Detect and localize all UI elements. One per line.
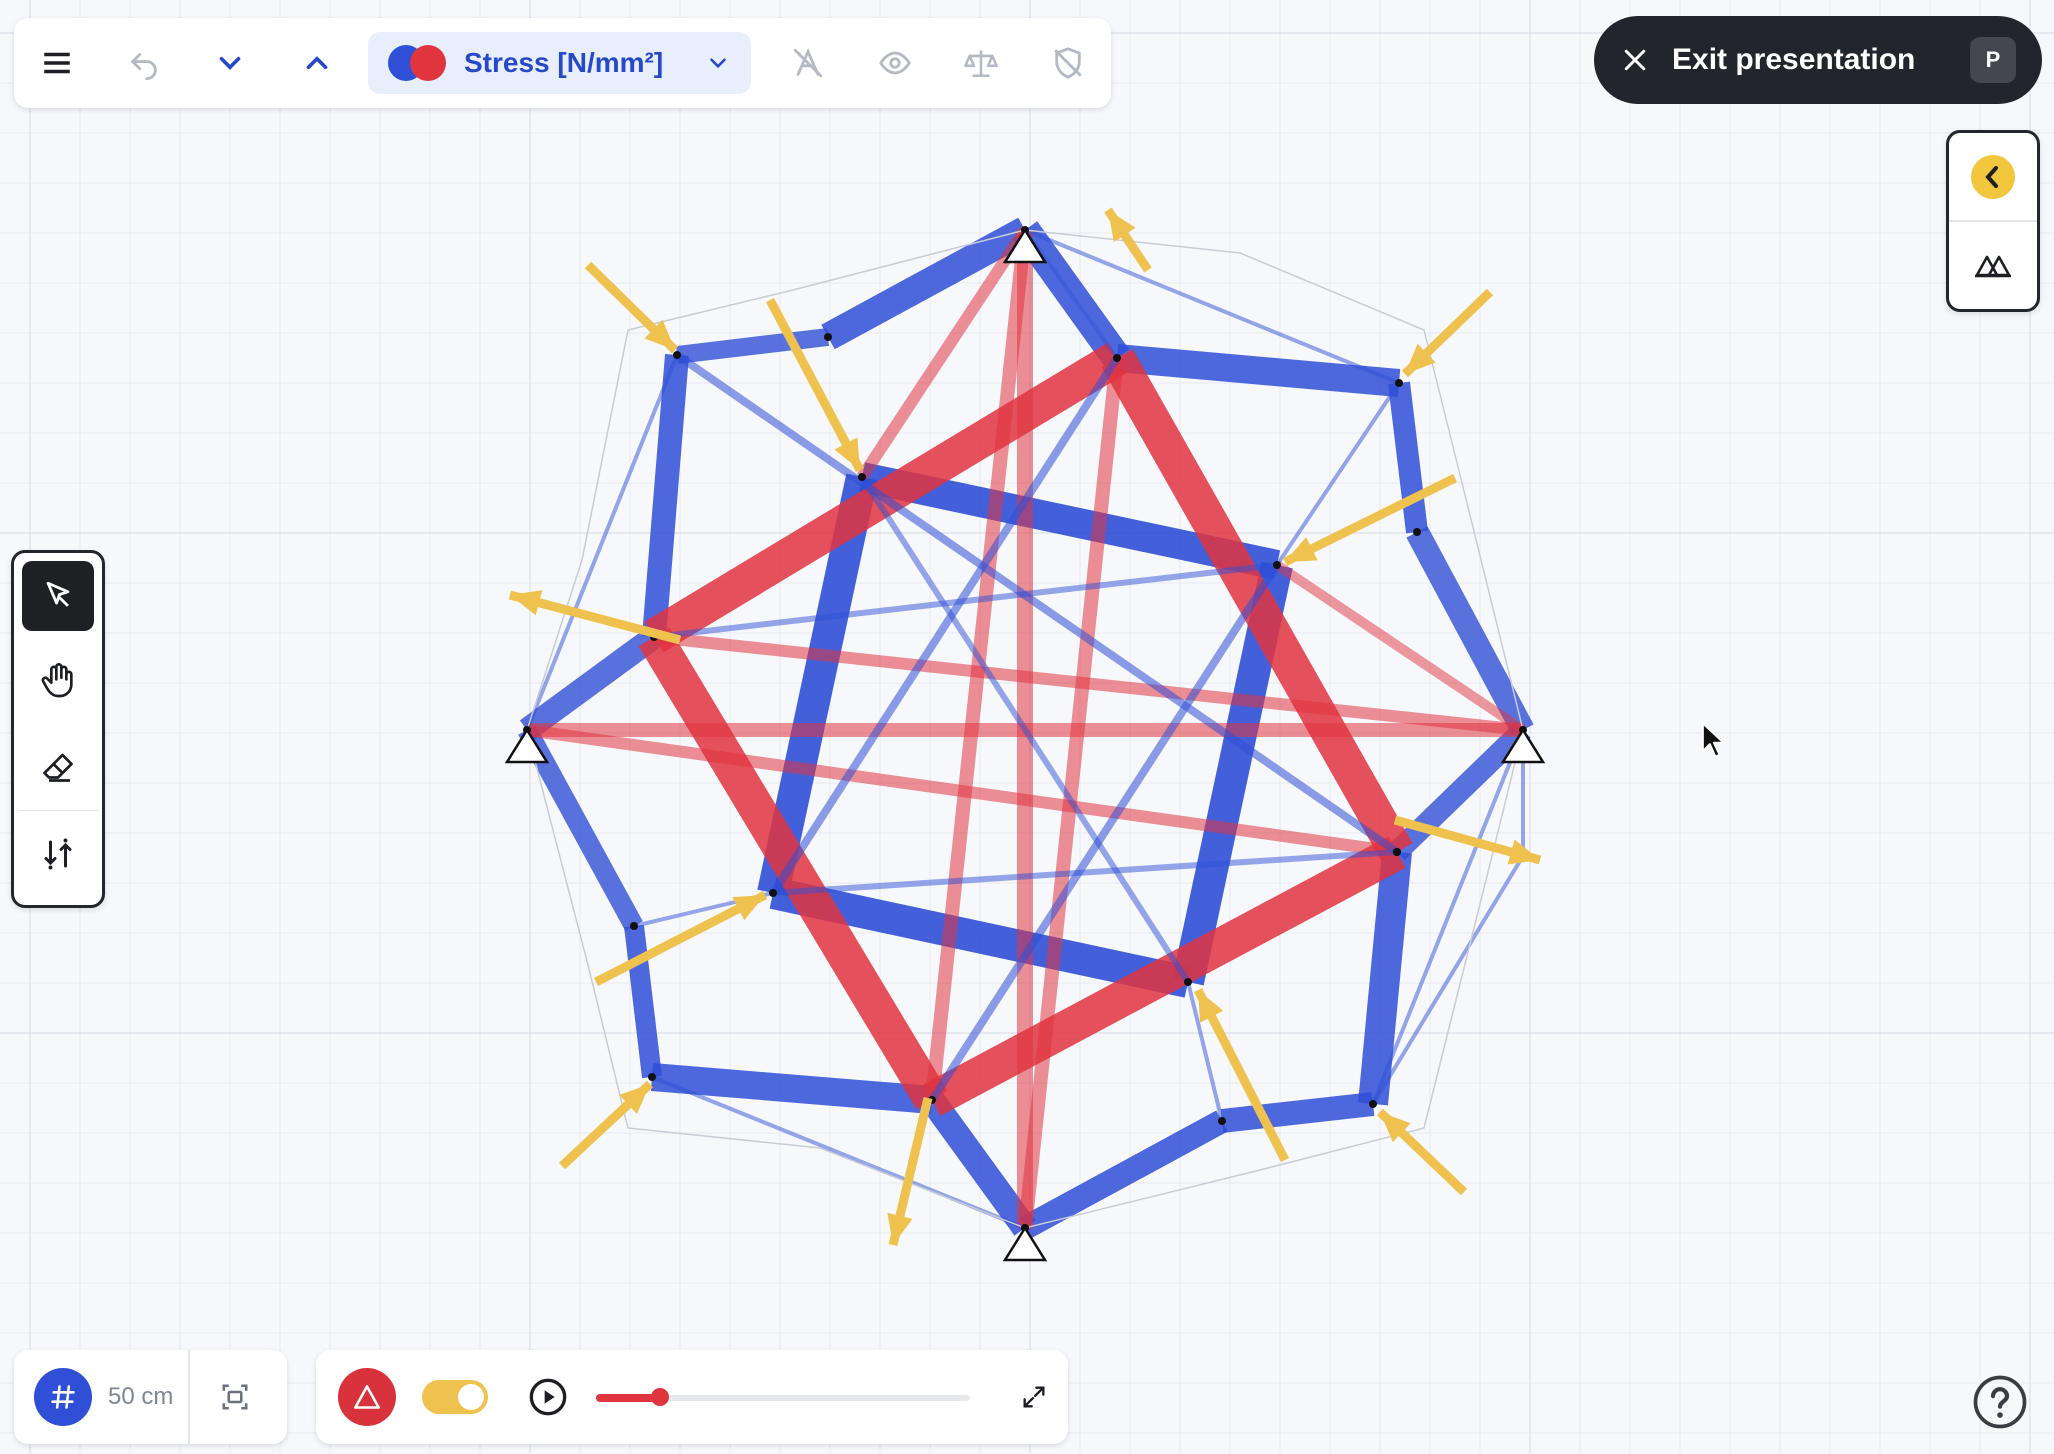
truss-member	[1220, 1092, 1375, 1133]
select-tool-button[interactable]	[22, 561, 94, 631]
joint-node	[1395, 379, 1403, 387]
truss-member	[1115, 344, 1401, 397]
shortcut-key-badge: P	[1970, 37, 2016, 83]
load-tool-button[interactable]	[22, 819, 94, 889]
warning-triangle-icon	[354, 1385, 380, 1409]
joint-node	[648, 1073, 656, 1081]
next-result-button[interactable]	[274, 18, 361, 108]
truss-member	[1019, 1110, 1228, 1239]
deformation-toggle[interactable]	[422, 1380, 488, 1414]
chevron-down-icon	[219, 56, 241, 70]
truss-member	[1101, 349, 1413, 861]
menu-button[interactable]	[14, 18, 101, 108]
load-arrows-icon	[44, 838, 72, 870]
joint-node	[858, 473, 866, 481]
equilibrium-button[interactable]	[938, 18, 1025, 108]
fit-to-screen-icon	[222, 1384, 248, 1410]
pointer-icon	[46, 581, 70, 607]
truss-member	[675, 328, 830, 364]
top-toolbar: Stress [N/mm²]	[14, 18, 1111, 108]
balance-scale-icon	[964, 50, 999, 78]
grid-toggle-button[interactable]	[34, 1368, 92, 1426]
previous-result-button[interactable]	[187, 18, 274, 108]
play-icon	[529, 1378, 567, 1416]
joint-node	[1218, 1117, 1226, 1125]
undo-icon	[130, 53, 157, 80]
truss-member	[624, 924, 662, 1079]
close-icon	[1624, 49, 1646, 71]
collapse-panel-button[interactable]	[1949, 133, 2037, 220]
pan-tool-button[interactable]	[22, 647, 94, 717]
truss-member	[650, 1063, 934, 1114]
tool-palette	[11, 550, 105, 908]
chevron-up-icon	[306, 56, 328, 70]
eraser-tool-button[interactable]	[22, 732, 94, 802]
joint-node	[630, 922, 638, 930]
joint-node	[1393, 848, 1401, 856]
truss-member	[1358, 850, 1412, 1106]
labels-toggle-button[interactable]	[765, 18, 852, 108]
supports-button[interactable]	[1949, 220, 2037, 309]
load-factor-slider[interactable]	[596, 1388, 970, 1406]
result-type-label: Stress [N/mm²]	[464, 47, 664, 78]
safety-button[interactable]	[1025, 18, 1112, 108]
truss-member	[923, 836, 1406, 1116]
toggle-knob	[458, 1384, 484, 1410]
joint-node	[1184, 978, 1192, 986]
joint-node	[1369, 1100, 1377, 1108]
stress-color-icon	[388, 45, 448, 81]
mouse-cursor-icon	[1701, 722, 1725, 758]
joint-node	[824, 333, 832, 341]
slider-thumb[interactable]	[650, 1388, 669, 1406]
truss-structure[interactable]	[0, 0, 2054, 1454]
right-side-panel	[1946, 130, 2040, 312]
exit-presentation-label: Exit presentation	[1672, 43, 1916, 76]
grid-hash-icon	[51, 1385, 75, 1409]
visibility-button[interactable]	[852, 18, 939, 108]
grid-control-panel: 50 cm	[14, 1350, 287, 1444]
warning-button[interactable]	[338, 1368, 396, 1426]
grid-size-label: 50 cm	[108, 1383, 174, 1410]
eraser-icon	[43, 753, 73, 782]
supports-icon	[1975, 255, 2011, 277]
joint-node	[1113, 354, 1121, 362]
joint-node	[769, 889, 777, 897]
expand-button[interactable]	[1020, 1383, 1048, 1411]
joint-node	[1273, 561, 1281, 569]
slider-fill	[596, 1394, 660, 1402]
playback-panel	[316, 1350, 1068, 1444]
joint-node	[673, 351, 681, 359]
fit-to-screen-button[interactable]	[188, 1350, 280, 1444]
joint-node	[1413, 528, 1421, 536]
truss-member	[1388, 381, 1428, 534]
result-type-select[interactable]: Stress [N/mm²]	[368, 32, 752, 94]
truss-member	[642, 354, 689, 638]
expand-icon	[1023, 1386, 1045, 1408]
labels-off-icon	[794, 48, 823, 78]
hamburger-menu-icon	[44, 52, 70, 74]
exit-presentation-button[interactable]: Exit presentation P	[1594, 16, 2042, 104]
truss-member	[1018, 357, 1124, 1229]
undo-button[interactable]	[101, 18, 188, 108]
shield-off-icon	[1054, 47, 1082, 79]
chevron-left-icon	[1971, 154, 2015, 199]
hand-icon	[41, 663, 73, 698]
tool-divider	[18, 809, 98, 812]
play-button[interactable]	[528, 1377, 568, 1417]
chevron-down-icon	[710, 58, 726, 69]
help-icon[interactable]	[1972, 1374, 2028, 1430]
eye-icon	[878, 51, 911, 75]
